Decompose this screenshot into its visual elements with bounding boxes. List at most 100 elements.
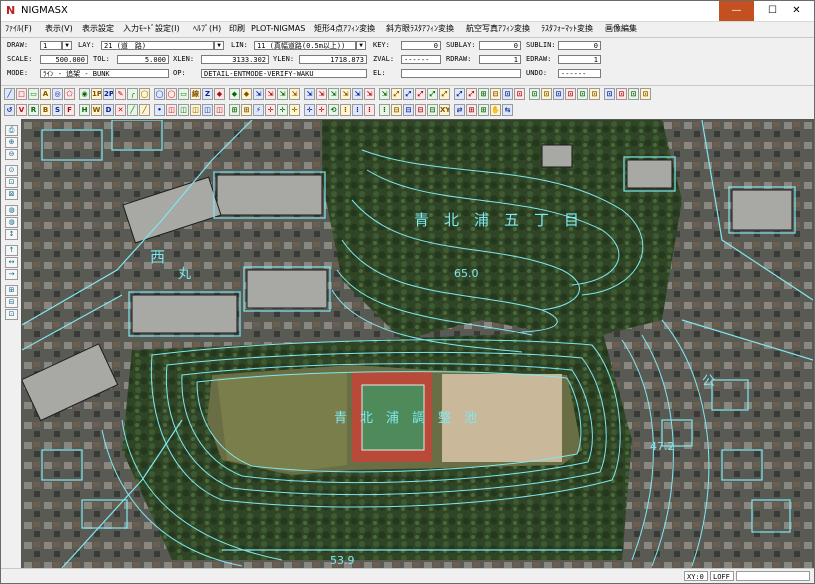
tool-button-row1-2[interactable]: ▭ — [28, 88, 39, 100]
tool-button-row1-35[interactable]: ⤢ — [439, 88, 450, 100]
tool-button-row1-25[interactable]: ⇲ — [316, 88, 327, 100]
tool-button-row1-6[interactable]: ◉ — [79, 88, 90, 100]
tool-button-row1-20[interactable]: ⇲ — [253, 88, 264, 100]
tool-button-row2-11[interactable]: ╱ — [139, 104, 150, 116]
tool-button-row1-49[interactable]: ⊡ — [616, 88, 627, 100]
tool-button-row2-22[interactable]: ✛ — [277, 104, 288, 116]
tool-button-row2-21[interactable]: ✛ — [265, 104, 276, 116]
tool-button-row1-5[interactable]: ⬠ — [64, 88, 75, 100]
tool-button-row2-12[interactable]: • — [154, 104, 165, 116]
tool-button-row2-0[interactable]: ↺ — [4, 104, 15, 116]
tool-button-row2-31[interactable]: ⊟ — [391, 104, 402, 116]
chevron-down-icon[interactable]: ▼ — [62, 41, 72, 50]
tool-button-row1-40[interactable]: ⊡ — [502, 88, 513, 100]
menu-raster-format[interactable]: ﾗｽﾀﾌｫｰﾏｯﾄ変換 — [541, 22, 593, 36]
left-tool-button-7[interactable]: ◍ — [5, 217, 18, 228]
tool-button-row1-12[interactable]: ◯ — [154, 88, 165, 100]
tool-button-row2-16[interactable]: ◫ — [202, 104, 213, 116]
tool-button-row1-9[interactable]: ✎ — [115, 88, 126, 100]
menu-display-settings[interactable]: 表示設定 — [82, 22, 114, 36]
left-tool-button-3[interactable]: ⊙ — [5, 165, 18, 176]
tool-button-row1-26[interactable]: ⇲ — [328, 88, 339, 100]
tool-button-row1-1[interactable]: □ — [16, 88, 27, 100]
tool-button-row1-0[interactable]: ╱ — [4, 88, 15, 100]
tool-button-row1-46[interactable]: ⊡ — [577, 88, 588, 100]
tool-button-row2-38[interactable]: ⊞ — [478, 104, 489, 116]
menu-image-edit[interactable]: 画像編集 — [605, 22, 637, 36]
tool-button-row2-13[interactable]: ◫ — [166, 104, 177, 116]
tool-button-row2-9[interactable]: ✕ — [115, 104, 126, 116]
left-tool-button-5[interactable]: ⊠ — [5, 189, 18, 200]
tool-button-row2-35[interactable]: XY — [439, 104, 450, 116]
tool-button-row2-20[interactable]: ⚡ — [253, 104, 264, 116]
tool-button-row1-47[interactable]: ⊡ — [589, 88, 600, 100]
tool-button-row1-31[interactable]: ⤢ — [391, 88, 402, 100]
menu-aerial-affine[interactable]: 航空写真ｱﾌｨﾝ変換 — [466, 22, 530, 36]
tool-button-row1-41[interactable]: ⊡ — [514, 88, 525, 100]
left-tool-button-14[interactable]: ⊡ — [5, 309, 18, 320]
tool-button-row2-15[interactable]: ◫ — [190, 104, 201, 116]
tool-button-row1-45[interactable]: ⊡ — [565, 88, 576, 100]
tool-button-row2-34[interactable]: ⊟ — [427, 104, 438, 116]
tool-button-row2-29[interactable]: ⁞ — [364, 104, 375, 116]
left-tool-button-0[interactable]: ⎙ — [5, 125, 18, 136]
tool-button-row1-51[interactable]: ⊡ — [640, 88, 651, 100]
tool-button-row1-3[interactable]: A — [40, 88, 51, 100]
tool-button-row2-39[interactable]: ✋ — [490, 104, 501, 116]
tool-button-row1-17[interactable]: ◆ — [214, 88, 225, 100]
menu-help[interactable]: ﾍﾙﾌﾟ(H) — [193, 22, 221, 36]
menu-file[interactable]: ﾌｧｲﾙ(F) — [5, 22, 32, 36]
menu-view[interactable]: 表示(V) — [45, 22, 73, 36]
tool-button-row2-3[interactable]: B — [40, 104, 51, 116]
menu-grid-raster-affine[interactable]: 斜方眼ﾗｽﾀｱﾌｨﾝ変換 — [386, 22, 454, 36]
tool-button-row1-27[interactable]: ⇲ — [340, 88, 351, 100]
tool-button-row2-17[interactable]: ◫ — [214, 104, 225, 116]
tool-button-row2-27[interactable]: ⁞ — [340, 104, 351, 116]
draw-select[interactable]: 1 — [40, 41, 62, 50]
tool-button-row2-40[interactable]: ⇆ — [502, 104, 513, 116]
lay-select[interactable]: 21 (道 路) — [101, 41, 214, 50]
tool-button-row1-7[interactable]: 1P — [91, 88, 102, 100]
tool-button-row1-21[interactable]: ⇲ — [265, 88, 276, 100]
tool-button-row1-23[interactable]: ⇲ — [289, 88, 300, 100]
left-tool-button-11[interactable]: → — [5, 269, 18, 280]
tool-button-row2-8[interactable]: D — [103, 104, 114, 116]
tool-button-row1-50[interactable]: ⊡ — [628, 88, 639, 100]
tool-button-row1-18[interactable]: ◆ — [229, 88, 240, 100]
tool-button-row1-13[interactable]: ◯ — [166, 88, 177, 100]
tool-button-row2-26[interactable]: ⟲ — [328, 104, 339, 116]
tool-button-row2-5[interactable]: F — [64, 104, 75, 116]
tool-button-row1-43[interactable]: ⊡ — [541, 88, 552, 100]
tool-button-row2-2[interactable]: R — [28, 104, 39, 116]
tool-button-row2-7[interactable]: W — [91, 104, 102, 116]
tool-button-row2-30[interactable]: ⁞ — [379, 104, 390, 116]
left-tool-button-12[interactable]: ⊞ — [5, 285, 18, 296]
left-tool-button-1[interactable]: ⊕ — [5, 137, 18, 148]
left-tool-button-6[interactable]: ◍ — [5, 205, 18, 216]
tool-button-row1-29[interactable]: ⇲ — [364, 88, 375, 100]
tool-button-row2-19[interactable]: ⊞ — [241, 104, 252, 116]
tool-button-row1-28[interactable]: ⇲ — [352, 88, 363, 100]
tool-button-row1-36[interactable]: ⤢ — [454, 88, 465, 100]
left-tool-button-10[interactable]: ↔ — [5, 257, 18, 268]
tool-button-row2-37[interactable]: ⊞ — [466, 104, 477, 116]
tool-button-row2-23[interactable]: ✛ — [289, 104, 300, 116]
left-tool-button-4[interactable]: ⊡ — [5, 177, 18, 188]
tool-button-row1-10[interactable]: ╭ — [127, 88, 138, 100]
tool-button-row2-10[interactable]: ╱ — [127, 104, 138, 116]
menu-print[interactable]: 印刷 — [229, 22, 245, 36]
menu-rect-affine[interactable]: 矩形4点ｱﾌｨﾝ変換 — [314, 22, 375, 36]
left-tool-button-13[interactable]: ⊟ — [5, 297, 18, 308]
tool-button-row1-44[interactable]: ⊡ — [553, 88, 564, 100]
tool-button-row2-1[interactable]: V — [16, 104, 27, 116]
chevron-down-icon[interactable]: ▼ — [356, 41, 366, 50]
tool-button-row1-30[interactable]: ⇲ — [379, 88, 390, 100]
tool-button-row2-28[interactable]: ⁞ — [352, 104, 363, 116]
tool-button-row2-24[interactable]: ✛ — [304, 104, 315, 116]
map-canvas[interactable]: 青 北 浦 五 丁 目 青 北 浦 調 整 池 65.0 47.2 53.9 西… — [21, 119, 814, 569]
chevron-down-icon[interactable]: ▼ — [214, 41, 224, 50]
tool-button-row1-19[interactable]: ◆ — [241, 88, 252, 100]
tool-button-row1-4[interactable]: ◎ — [52, 88, 63, 100]
tool-button-row1-15[interactable]: 線 — [190, 88, 201, 100]
tool-button-row1-16[interactable]: Z — [202, 88, 213, 100]
